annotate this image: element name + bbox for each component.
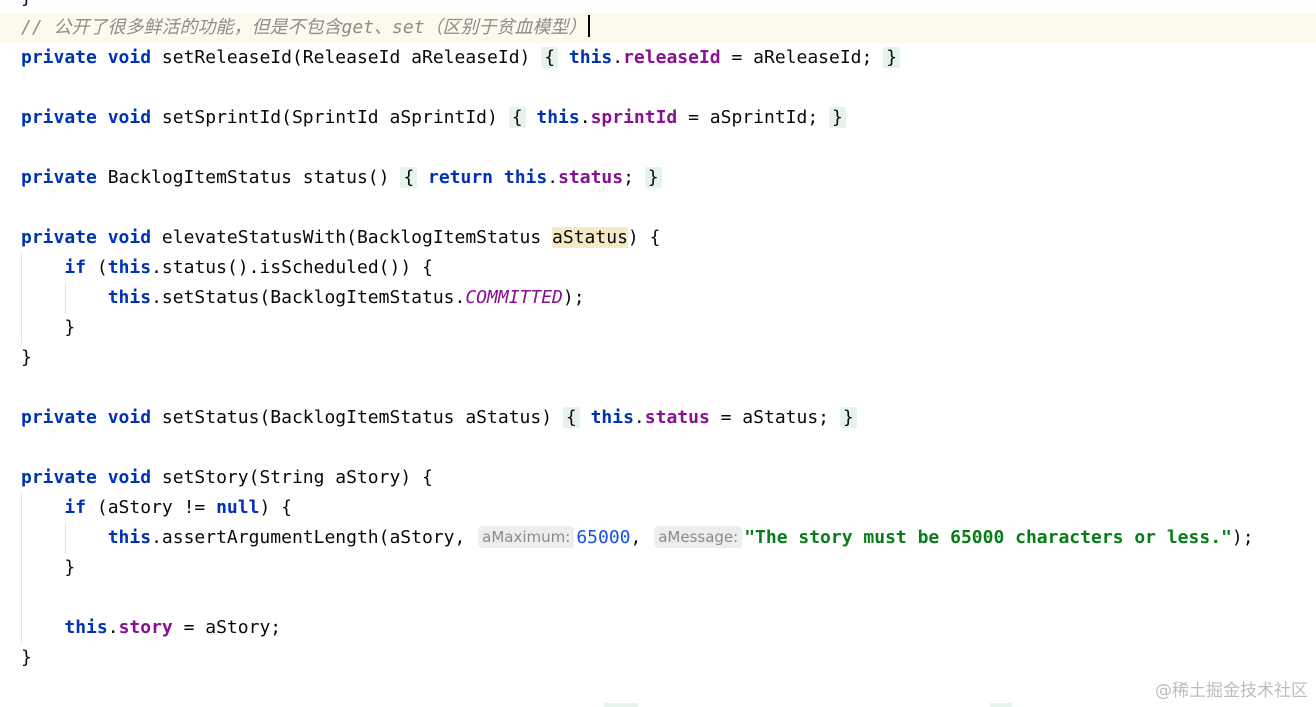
closing-brace: } bbox=[64, 557, 76, 578]
method-signature: setStatus(BacklogItemStatus aStatus) bbox=[161, 407, 563, 428]
method-call: .setStatus(BacklogItemStatus. bbox=[151, 287, 466, 308]
code-line-method-close[interactable]: } bbox=[0, 343, 1316, 373]
field-name: status bbox=[558, 167, 624, 188]
assignment: = aSprintId; bbox=[677, 107, 829, 128]
folded-brace-hint bbox=[604, 703, 638, 707]
watermark-text: @稀土掘金技术社区 bbox=[1155, 681, 1308, 701]
method-signature: BacklogItemStatus status() bbox=[107, 167, 401, 188]
folded-brace-close[interactable]: } bbox=[883, 47, 901, 68]
code-editor[interactable]: } // 公开了很多鲜活的功能，但是不包含get、set（区别于贫血模型） pr… bbox=[0, 0, 1316, 707]
code-line-if-story-not-null[interactable]: if (aStory != null) { bbox=[0, 493, 1316, 523]
keyword-this: this bbox=[64, 617, 108, 638]
method-signature: setReleaseId(ReleaseId aReleaseId) bbox=[161, 47, 542, 68]
indent-guide bbox=[21, 253, 22, 343]
comment-text: // 公开了很多鲜活的功能，但是不包含get、set（区别于贫血模型） bbox=[21, 17, 587, 38]
folded-brace-close[interactable]: } bbox=[839, 407, 857, 428]
field-name: status bbox=[644, 407, 710, 428]
parameter-hint-maximum: aMaximum: bbox=[478, 526, 575, 548]
method-call: .assertArgumentLength(aStory, bbox=[151, 527, 477, 548]
assignment: = aReleaseId; bbox=[720, 47, 884, 68]
field-name: story bbox=[118, 617, 173, 638]
if-condition: .status().isScheduled()) { bbox=[151, 257, 433, 278]
closing-brace: } bbox=[21, 647, 32, 668]
assignment: = aStatus; bbox=[709, 407, 840, 428]
closing-brace: } bbox=[21, 347, 32, 368]
method-signature: elevateStatusWith(BacklogItemStatus bbox=[161, 227, 553, 248]
code-line-set-release-id[interactable]: private void setReleaseId(ReleaseId aRel… bbox=[0, 43, 1316, 73]
statement-end: ; bbox=[623, 167, 645, 188]
keyword-this: this bbox=[503, 167, 548, 188]
keyword-private: private bbox=[21, 227, 97, 248]
keyword-private: private bbox=[21, 467, 97, 488]
code-line-assign-story[interactable]: this.story = aStory; bbox=[0, 613, 1316, 643]
if-condition: (aStory != bbox=[86, 497, 217, 518]
number-literal: 65000 bbox=[576, 527, 631, 548]
keyword-private: private bbox=[21, 167, 97, 188]
folded-brace-close[interactable]: } bbox=[644, 167, 662, 188]
keyword-null: null bbox=[216, 497, 260, 518]
if-open: ( bbox=[86, 257, 108, 278]
field-name: releaseId bbox=[623, 47, 721, 68]
code-line-comment[interactable]: // 公开了很多鲜活的功能，但是不包含get、set（区别于贫血模型） bbox=[0, 13, 1316, 43]
keyword-void: void bbox=[107, 227, 152, 248]
folded-brace-open[interactable]: { bbox=[400, 167, 418, 188]
signature-end: ) { bbox=[627, 227, 661, 248]
keyword-void: void bbox=[107, 407, 152, 428]
keyword-return: return bbox=[428, 167, 494, 188]
highlighted-parameter[interactable]: aStatus bbox=[552, 227, 628, 248]
folded-brace-close[interactable]: } bbox=[829, 107, 846, 128]
indent-guide bbox=[65, 523, 66, 553]
comma: , bbox=[630, 527, 653, 548]
code-line-set-status[interactable]: private void setStatus(BacklogItemStatus… bbox=[0, 403, 1316, 433]
indent-guide bbox=[65, 283, 66, 313]
parameter-hint-message: aMessage: bbox=[654, 526, 743, 548]
keyword-this: this bbox=[568, 47, 613, 68]
folded-brace-open[interactable]: { bbox=[562, 407, 580, 428]
code-line-set-sprint-id[interactable]: private void setSprintId(SprintId aSprin… bbox=[0, 103, 1316, 133]
code-line-if-close[interactable]: } bbox=[0, 313, 1316, 343]
folded-brace-hint bbox=[990, 703, 1012, 707]
text-caret bbox=[587, 15, 590, 37]
code-line-assert-length[interactable]: this.assertArgumentLength(aStory, aMaxim… bbox=[0, 523, 1316, 553]
keyword-if: if bbox=[64, 497, 87, 518]
code-line-status-getter[interactable]: private BacklogItemStatus status() { ret… bbox=[0, 163, 1316, 193]
previous-brace: } bbox=[21, 0, 32, 7]
keyword-this: this bbox=[536, 107, 580, 128]
code-line-if-scheduled[interactable]: if (this.status().isScheduled()) { bbox=[0, 253, 1316, 283]
keyword-private: private bbox=[21, 47, 97, 68]
keyword-private: private bbox=[21, 407, 97, 428]
code-line-set-story[interactable]: private void setStory(String aStory) { bbox=[0, 463, 1316, 493]
keyword-void: void bbox=[107, 47, 152, 68]
keyword-this: this bbox=[107, 257, 152, 278]
indent-guide bbox=[21, 493, 22, 643]
call-end: ); bbox=[562, 287, 585, 308]
method-signature: setStory(String aStory) { bbox=[161, 467, 433, 488]
keyword-this: this bbox=[107, 287, 152, 308]
code-line-method-close[interactable]: } bbox=[0, 643, 1316, 673]
keyword-this: this bbox=[107, 527, 152, 548]
enum-constant: COMMITTED bbox=[465, 287, 563, 308]
folded-brace-open[interactable]: { bbox=[541, 47, 559, 68]
if-close: ) { bbox=[259, 497, 292, 518]
field-name: sprintId bbox=[590, 107, 678, 128]
string-literal: "The story must be 65000 characters or l… bbox=[744, 527, 1232, 548]
keyword-this: this bbox=[590, 407, 634, 428]
code-line-set-committed[interactable]: this.setStatus(BacklogItemStatus.COMMITT… bbox=[0, 283, 1316, 313]
folded-brace-open[interactable]: { bbox=[508, 107, 526, 128]
keyword-if: if bbox=[64, 257, 87, 278]
code-line-if-close[interactable]: } bbox=[0, 553, 1316, 583]
code-line-elevate-status-with[interactable]: private void elevateStatusWith(BacklogIt… bbox=[0, 223, 1316, 253]
assignment: = aStory; bbox=[172, 617, 282, 638]
closing-brace: } bbox=[64, 317, 76, 338]
call-end: ); bbox=[1231, 527, 1254, 548]
keyword-private: private bbox=[21, 107, 97, 128]
keyword-void: void bbox=[107, 107, 152, 128]
method-signature: setSprintId(SprintId aSprintId) bbox=[161, 107, 509, 128]
keyword-void: void bbox=[107, 467, 152, 488]
